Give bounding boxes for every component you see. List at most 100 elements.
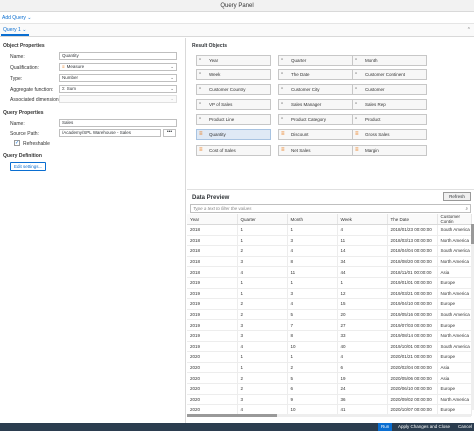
result-object-quantity[interactable]: ≡ Quantity	[196, 129, 271, 140]
result-object-customer-continent[interactable]: ▫ Customer Continent	[352, 69, 427, 80]
table-cell: 2020/02/04 00:00:00	[387, 362, 438, 374]
result-object-label: Net Sales	[291, 148, 311, 153]
search-icon: ⌕	[465, 206, 468, 211]
qualification-select[interactable]: ≡ Measure ⌄	[59, 63, 177, 71]
table-cell: 2019	[187, 309, 238, 321]
table-row: 2019 4 10 40 2019/10/01 00:00:00 South Americ…	[187, 341, 472, 353]
result-object-sales-manager[interactable]: ▫ Sales Manager	[278, 99, 353, 110]
table-cell: 4	[287, 245, 338, 257]
properties-panel: Object Properties Name: Quantity Qualifi…	[0, 38, 186, 423]
table-cell: 2020/06/10 00:00:00	[387, 383, 438, 395]
query-name-field[interactable]: Sales	[59, 119, 177, 127]
table-row: 2019 3 8 33 2019/08/14 00:00:00 North America	[187, 330, 472, 342]
table-row: 2018 1 1 4 2018/01/23 00:00:00 South America	[187, 224, 472, 236]
result-object-sales-rep[interactable]: ▫ Sales Rep	[352, 99, 427, 110]
edit-settings-button[interactable]: Edit settings...	[10, 162, 47, 171]
result-object-margin[interactable]: ≡ Margin	[352, 145, 427, 156]
result-object-gross-sales[interactable]: ≡ Gross Sales	[352, 129, 427, 140]
table-cell: 6	[287, 383, 338, 395]
add-query-button[interactable]: Add Query ⌄	[2, 15, 32, 21]
type-value: Number	[62, 75, 79, 80]
table-cell: North America	[437, 235, 472, 247]
collapse-icon[interactable]: ⌃	[467, 27, 471, 33]
table-cell: North America	[437, 288, 472, 300]
table-cell: 1	[237, 351, 288, 363]
table-cell: 3	[237, 319, 288, 331]
horizontal-scrollbar[interactable]	[187, 414, 471, 417]
sum-icon: Σ	[62, 86, 65, 91]
table-cell: 10	[287, 341, 338, 353]
column-header[interactable]: Year	[187, 214, 238, 225]
result-object-customer-country[interactable]: ▫ Customer Country	[196, 84, 271, 95]
table-cell: 2018	[187, 266, 238, 278]
result-object-net-sales[interactable]: ≡ Net Sales	[278, 145, 353, 156]
table-cell: 2018/04/04 00:00:00	[387, 245, 438, 257]
tab-query-1[interactable]: Query 1 ⌄	[1, 25, 29, 36]
measure-icon: ≡	[281, 131, 285, 137]
result-object-cost-of-sales[interactable]: ≡ Cost of Sales	[196, 145, 271, 156]
browse-button[interactable]: •••	[163, 129, 176, 137]
table-cell: 3	[237, 330, 288, 342]
table-cell: 2019	[187, 277, 238, 289]
result-object-vp-of-sales[interactable]: ▫ VP of Sales	[196, 99, 271, 110]
query-definition-title: Query Definition	[3, 153, 42, 159]
cancel-button[interactable]: Cancel	[455, 423, 474, 431]
associated-dimension-select[interactable]: ⌄	[59, 95, 177, 103]
measure-icon: ≡	[199, 147, 203, 153]
source-path-field[interactable]: /Academy/SPL Warehouse - Sales	[59, 129, 161, 137]
associated-dimension-label: Associated dimension:	[10, 97, 61, 103]
scrollbar-thumb[interactable]	[187, 414, 277, 417]
table-cell: 3	[237, 394, 288, 406]
column-header[interactable]: Customer Contin	[437, 214, 472, 225]
result-object-the-date[interactable]: ▫ The Date	[278, 69, 353, 80]
result-object-month[interactable]: ▫ Month	[352, 55, 427, 66]
data-preview-panel: Data Preview Refresh Type a text to filt…	[187, 190, 474, 423]
result-object-week[interactable]: ▫ Week	[196, 69, 271, 80]
table-cell: South America	[437, 341, 472, 353]
chevron-down-icon: ⌄	[170, 75, 174, 80]
column-header[interactable]: Quarter	[237, 214, 288, 225]
aggregate-label: Aggregate function:	[10, 87, 54, 93]
result-objects-panel: Result Objects ▫ Year ▫ Quarter ▫ Month ▫ Week ▫…	[187, 38, 474, 188]
result-object-label: Sales Rep	[365, 102, 386, 107]
table-row: 2019 3 7 27 2019/07/03 00:00:00 Europe	[187, 319, 472, 331]
column-header[interactable]: The Date	[387, 214, 438, 225]
table-cell: 14	[337, 245, 388, 257]
table-row: 2020 1 1 4 2020/01/21 00:00:00 Europe	[187, 351, 472, 363]
result-object-customer[interactable]: ▫ Customer	[352, 84, 427, 95]
result-object-product-line[interactable]: ▫ Product Line	[196, 114, 271, 125]
refreshable-checkbox[interactable]: ✓	[14, 140, 20, 146]
result-object-customer-city[interactable]: ▫ Customer City	[278, 84, 353, 95]
result-object-discount[interactable]: ≡ Discount	[278, 129, 353, 140]
table-cell: 2020/09/02 00:00:00	[387, 394, 438, 406]
table-cell: South America	[437, 309, 472, 321]
dimension-icon: ▫	[199, 86, 202, 92]
table-cell: 15	[337, 298, 388, 310]
result-object-product[interactable]: ▫ Product	[352, 114, 427, 125]
result-object-quarter[interactable]: ▫ Quarter	[278, 55, 353, 66]
type-select[interactable]: Number ⌄	[59, 74, 177, 82]
table-row: 2020 2 5 19 2020/05/06 00:00:00 Asia	[187, 372, 472, 384]
apply-close-button[interactable]: Apply Changes and Close	[395, 423, 453, 431]
data-preview-title: Data Preview	[192, 195, 230, 201]
aggregate-select[interactable]: Σ Sum ⌄	[59, 85, 177, 93]
dimension-icon: ▫	[355, 86, 358, 92]
table-cell: 3	[237, 256, 288, 268]
filter-input[interactable]: Type a text to filter the values ⌕	[190, 204, 471, 213]
column-header[interactable]: Week	[337, 214, 388, 225]
source-path-label: Source Path:	[10, 131, 39, 137]
result-object-product-category[interactable]: ▫ Product Category	[278, 114, 353, 125]
table-cell: 8	[287, 330, 338, 342]
refresh-button[interactable]: Refresh	[443, 192, 471, 201]
object-name-field[interactable]: Quantity	[59, 52, 177, 60]
measure-icon: ≡	[199, 131, 203, 137]
result-object-year[interactable]: ▫ Year	[196, 55, 271, 66]
aggregate-value: Sum	[66, 86, 77, 91]
column-header[interactable]: Month	[287, 214, 338, 225]
table-cell: 4	[287, 298, 338, 310]
dimension-icon: ▫	[199, 101, 202, 107]
table-row: 2018 3 8 34 2018/08/20 00:00:00 North America	[187, 256, 472, 268]
table-cell: 2	[237, 309, 288, 321]
run-button[interactable]: Run	[378, 423, 393, 431]
table-cell: 2019	[187, 330, 238, 342]
